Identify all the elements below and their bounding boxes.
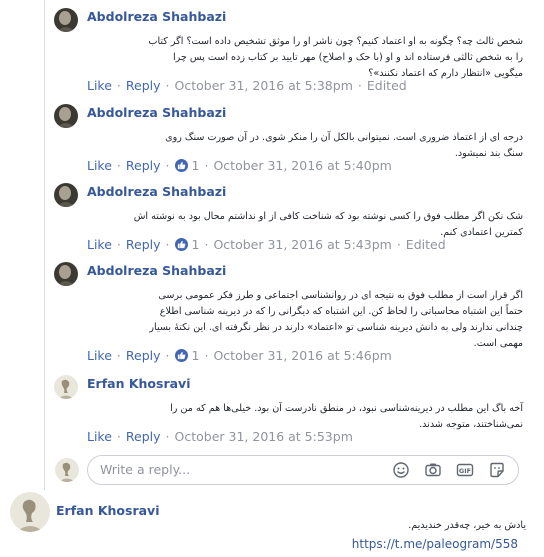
comment-author[interactable]: Abdolreza Shahbazi [87,9,226,24]
like-link[interactable]: Like [87,237,112,252]
like-count[interactable]: 1 [192,348,200,363]
comment-line: درجه ای از اعتماد ضروری است. نمیتوانی با… [165,132,523,143]
comment-timestamp[interactable]: October 31, 2016 at 5:43pm [213,237,391,252]
comment-line: حتماً این اشتباه محاسباتی را لحاظ کن. ای… [159,306,523,317]
comment: Erfan Khosravi آخه باگ این مطلب در دیرین… [54,375,524,447]
comment-body: اگر قرار است از مطلب فوق به نتیجه ای در … [87,288,523,352]
thumbs-up-icon[interactable] [174,238,188,251]
comment-line: چندانی ندارند ولی به دانش دیرینه شناسی ت… [149,322,523,333]
comment-line: اگر قرار است از مطلب فوق به نتیجه ای در … [158,290,523,301]
emoji-icon[interactable] [392,461,410,479]
svg-text:GIF: GIF [459,467,471,475]
like-link[interactable]: Like [87,78,112,93]
like-count[interactable]: 1 [192,158,200,173]
separator: · [165,429,170,444]
comment-actions: Like · Reply · October 31, 2016 at 5:53p… [87,429,353,444]
sticker-icon[interactable] [488,461,506,479]
comment-timestamp[interactable]: October 31, 2016 at 5:38pm [175,78,353,93]
separator: · [204,348,209,363]
like-link[interactable]: Like [87,158,112,173]
reply-placeholder: Write a reply... [100,462,191,477]
like-link[interactable]: Like [87,348,112,363]
avatar[interactable] [54,183,78,207]
separator: · [204,158,209,173]
edited-label[interactable]: Edited [367,78,407,93]
reply-link[interactable]: Reply [126,429,161,444]
avatar[interactable] [54,262,78,286]
comment-line: آخه باگ این مطلب در دیرینه‌شناسی نبود، د… [170,403,523,414]
comment-author[interactable]: Erfan Khosravi [56,503,159,518]
edited-label[interactable]: Edited [406,237,446,252]
comment-actions: Like · Reply · 1 · October 31, 2016 at 5… [87,237,446,252]
reply-input[interactable]: Write a reply... GIF [87,455,519,485]
comment-line: شخص ثالث چه؟ چگونه به او اعتماد کنیم؟ چو… [148,36,523,47]
comment-actions: Like · Reply · 1 · October 31, 2016 at 5… [87,158,392,173]
separator: · [116,348,121,363]
next-comment: Erfan Khosravi یادش به خیر، چه‌قدر خندید… [0,492,544,557]
separator: · [165,348,170,363]
reply-link[interactable]: Reply [126,78,161,93]
separator: · [357,78,362,93]
separator: · [116,237,121,252]
like-link[interactable]: Like [87,429,112,444]
comment-line: شک نکن اگر مطلب فوق را کسی نوشته بود که … [133,211,523,222]
avatar[interactable] [54,375,78,399]
separator: · [116,429,121,444]
avatar[interactable] [10,492,50,532]
reply-link[interactable]: Reply [126,237,161,252]
comment-author[interactable]: Abdolreza Shahbazi [87,184,226,199]
current-user-avatar [55,458,79,482]
reply-link[interactable]: Reply [126,348,161,363]
avatar[interactable] [54,8,78,32]
comment-actions: Like · Reply · October 31, 2016 at 5:38p… [87,78,407,93]
comment-actions: Like · Reply · 1 · October 31, 2016 at 5… [87,348,392,363]
separator: · [165,78,170,93]
separator: · [165,158,170,173]
separator: · [116,158,121,173]
comment-body: شخص ثالث چه؟ چگونه به او اعتماد کنیم؟ چو… [87,34,523,82]
reply-link[interactable]: Reply [126,158,161,173]
camera-icon[interactable] [424,461,442,479]
separator: · [396,237,401,252]
comment-body: یادش به خیر، چه‌قدر خندیدیم. [408,520,526,531]
comment: Abdolreza Shahbazi درجه ای از اعتماد ضرو… [54,104,524,174]
comment-timestamp[interactable]: October 31, 2016 at 5:53pm [175,429,353,444]
thread-line [44,0,45,490]
separator: · [204,237,209,252]
comment-line: را به شخص ثالثی فرستاده اند و او (با حک … [172,52,523,63]
telegram-link[interactable]: https://t.me/paleogram/558 [352,537,518,551]
comment-timestamp[interactable]: October 31, 2016 at 5:40pm [213,158,391,173]
avatar[interactable] [54,104,78,128]
separator: · [116,78,121,93]
comment-author[interactable]: Abdolreza Shahbazi [87,105,226,120]
comment: Abdolreza Shahbazi اگر قرار است از مطلب … [54,262,524,366]
comment-timestamp[interactable]: October 31, 2016 at 5:46pm [213,348,391,363]
comment: Abdolreza Shahbazi شک نکن اگر مطلب فوق ر… [54,183,524,253]
like-count[interactable]: 1 [192,237,200,252]
thumbs-up-icon[interactable] [174,349,188,362]
gif-icon[interactable]: GIF [456,461,474,479]
comment-author[interactable]: Erfan Khosravi [87,376,190,391]
separator: · [165,237,170,252]
comment: Abdolreza Shahbazi شخص ثالث چه؟ چگونه به… [54,8,524,100]
comment-author[interactable]: Abdolreza Shahbazi [87,263,226,278]
thumbs-up-icon[interactable] [174,159,188,172]
